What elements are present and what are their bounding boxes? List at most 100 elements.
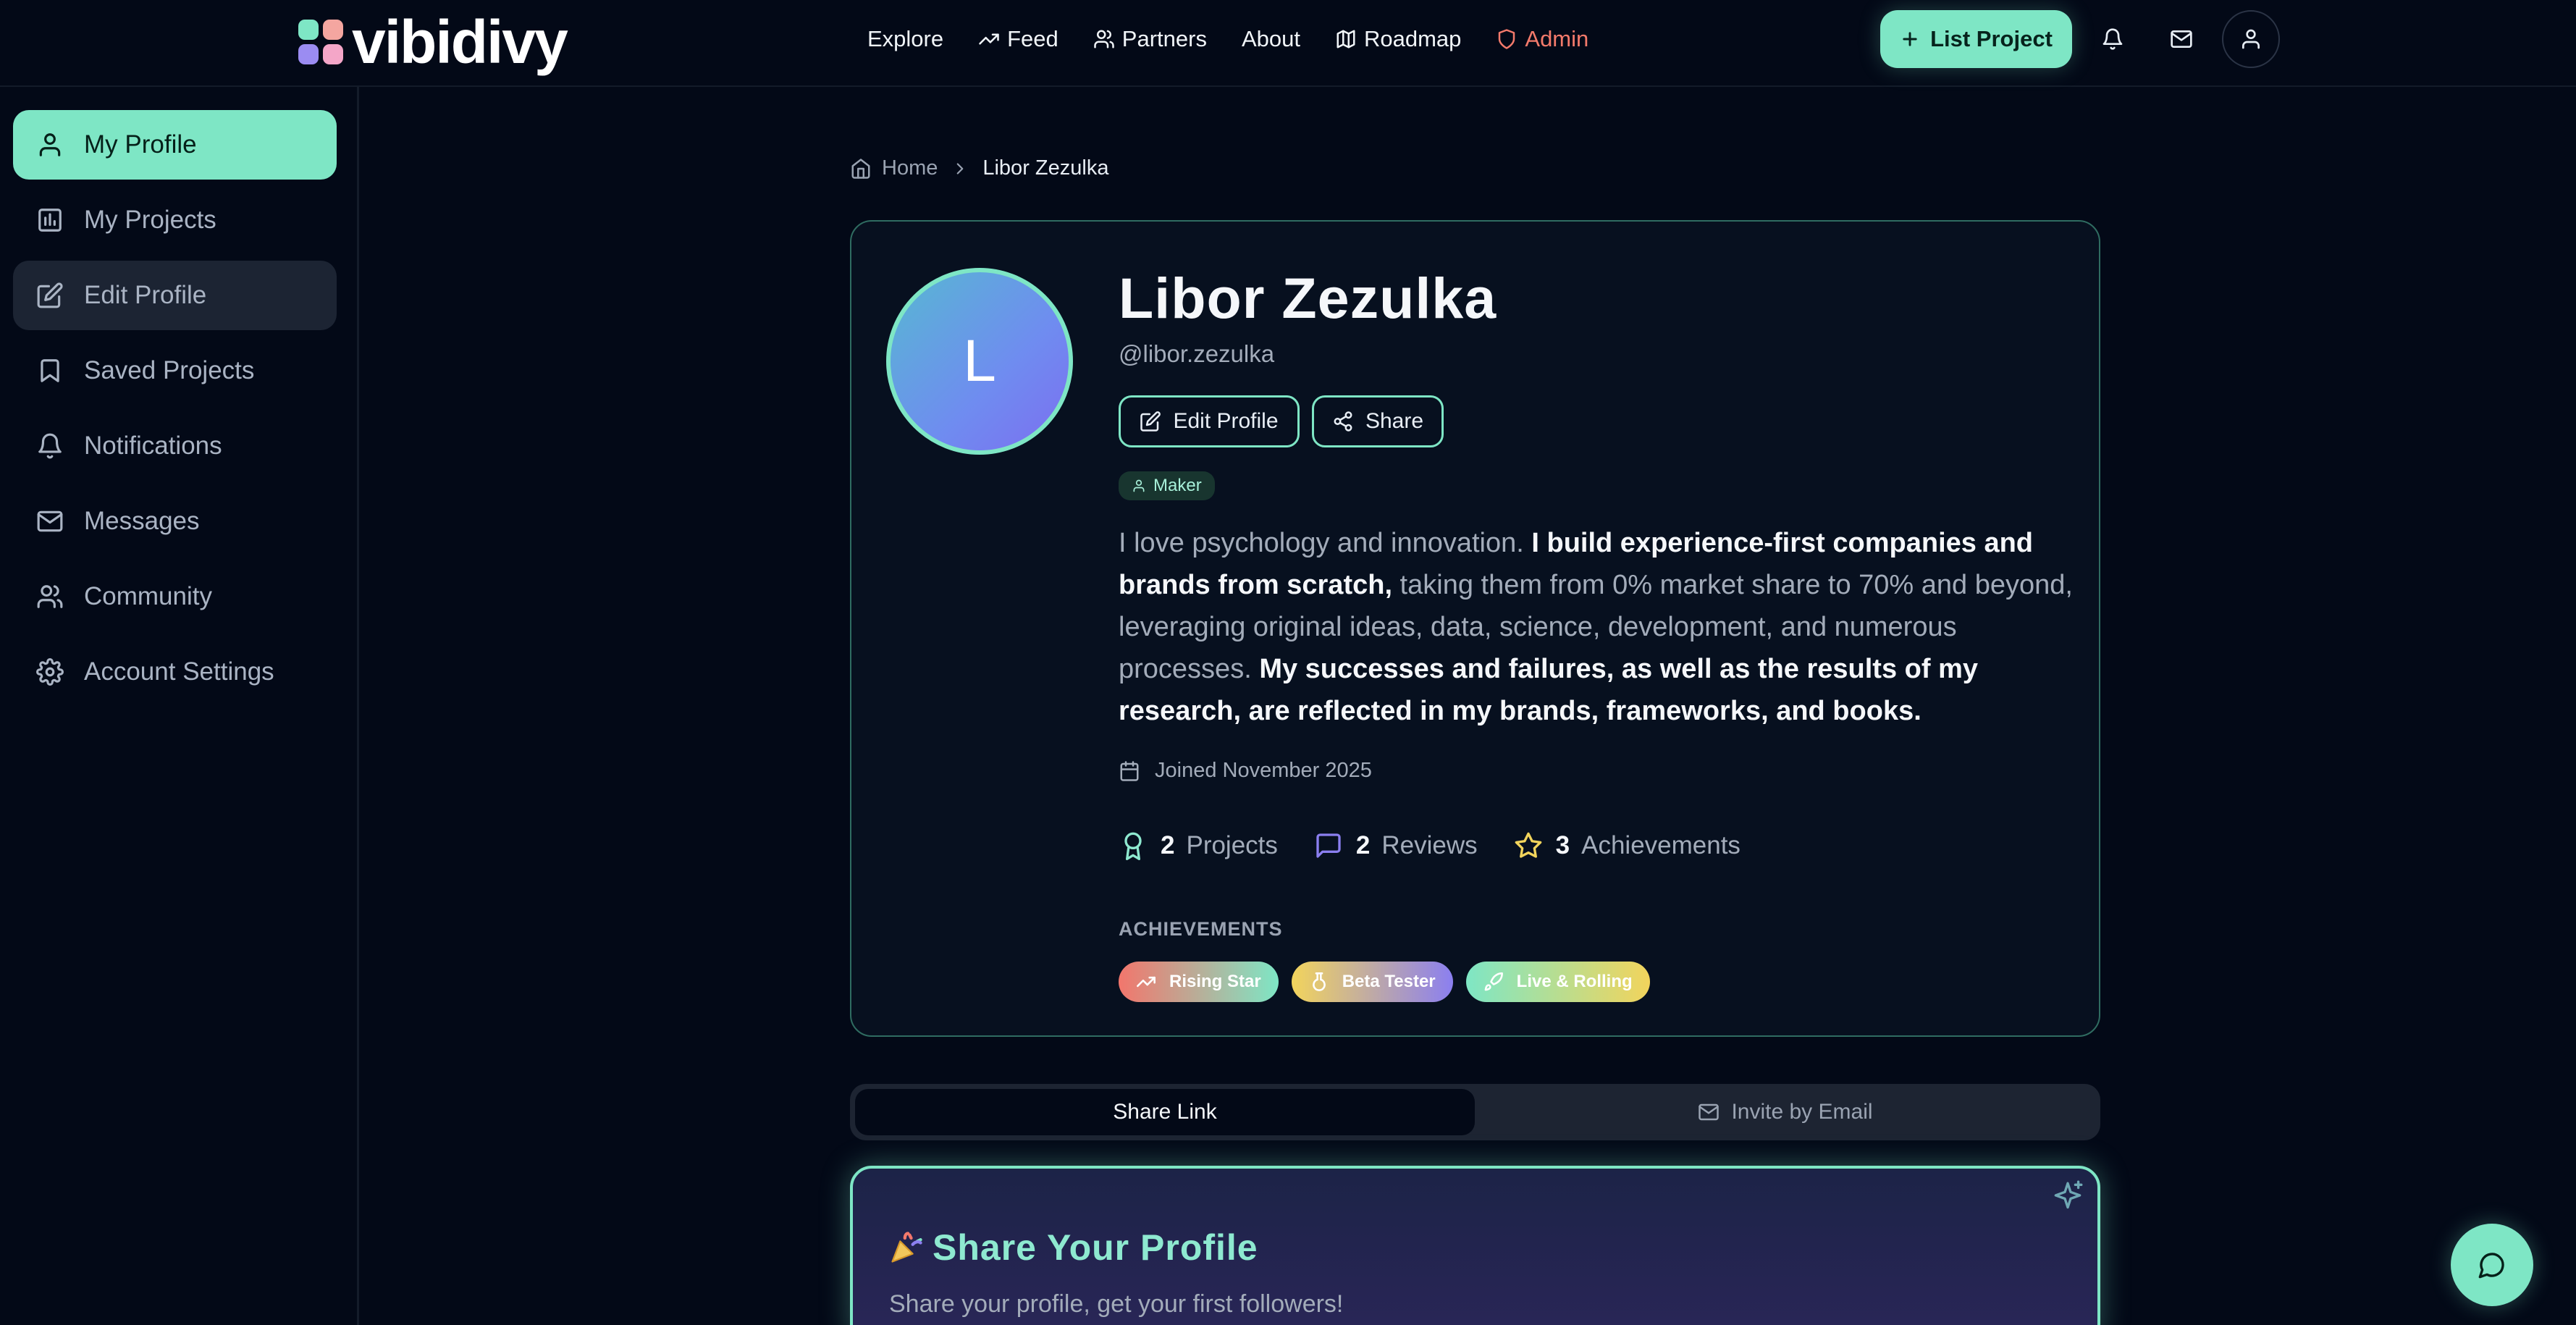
sidebar-item-notifications[interactable]: Notifications (13, 411, 337, 481)
edit-profile-label: Edit Profile (1173, 409, 1279, 433)
sidebar-item-community[interactable]: Community (13, 562, 337, 631)
sidebar-item-messages[interactable]: Messages (13, 487, 337, 556)
sidebar-item-label: Account Settings (84, 657, 274, 686)
trending-up-icon (979, 33, 999, 45)
sidebar-item-label: My Profile (84, 130, 197, 159)
breadcrumb-current: Libor Zezulka (982, 156, 1109, 180)
sidebar-item-account-settings[interactable]: Account Settings (13, 637, 337, 707)
nav-feed[interactable]: Feed (978, 26, 1058, 52)
achievement-badges: Rising Star Beta Tester Live & Rolling (1119, 962, 1663, 1002)
tab-invite-by-email[interactable]: Invite by Email (1476, 1089, 2095, 1135)
message-icon (1316, 833, 1341, 858)
user-menu-button[interactable] (2222, 10, 2280, 68)
nav-about-label: About (1241, 26, 1300, 51)
bell-icon (38, 433, 62, 459)
gear-icon (36, 658, 64, 686)
top-navigation-bar: vibidivy Explore Feed Partners About Roa… (0, 0, 2576, 87)
sidebar-item-label: My Projects (84, 206, 216, 234)
nav-partners[interactable]: Partners (1093, 26, 1207, 52)
vibidivy-logo[interactable]: vibidivy (298, 8, 568, 76)
edit-icon (37, 282, 63, 308)
profile-handle: @libor.zezulka (1119, 340, 1275, 367)
list-project-button[interactable]: List Project (1880, 10, 2072, 68)
stat-projects[interactable]: 2 Projects (1119, 831, 1278, 860)
joined-label: Joined November 2025 (1155, 759, 1372, 782)
sidebar-item-label: Messages (84, 507, 200, 535)
stat-reviews-label: Reviews (1381, 831, 1478, 859)
role-label: Maker (1153, 476, 1202, 495)
stat-reviews-count: 2 (1355, 831, 1371, 859)
calendar-icon (1120, 760, 1139, 781)
nav-about[interactable]: About (1242, 26, 1300, 52)
trending-up-icon (1137, 976, 1156, 988)
share-tabs: Share Link Invite by Email (850, 1084, 2100, 1140)
profile-bio: I love psychology and innovation. I buil… (1119, 522, 2074, 732)
user-icon (2242, 29, 2260, 49)
achievement-label: Rising Star (1169, 972, 1261, 991)
rocket-icon (1484, 972, 1503, 991)
sidebar-item-edit-profile[interactable]: Edit Profile (13, 261, 337, 330)
nav-admin[interactable]: Admin (1496, 26, 1588, 52)
nav-partners-label: Partners (1121, 26, 1207, 51)
edit-icon (1140, 411, 1161, 432)
avatar: L (886, 268, 1073, 455)
nav-explore-label: Explore (867, 26, 944, 51)
sidebar-item-label: Edit Profile (84, 281, 207, 309)
projects-icon (38, 209, 62, 232)
achievement-label: Live & Rolling (1516, 972, 1633, 991)
nav-explore[interactable]: Explore (867, 26, 943, 52)
achievement-rising-star: Rising Star (1119, 962, 1279, 1002)
sidebar-item-saved-projects[interactable]: Saved Projects (13, 336, 337, 405)
stat-achievements-count: 3 (1555, 831, 1570, 859)
breadcrumb-home[interactable]: Home (882, 156, 938, 180)
sidebar-item-label: Community (84, 582, 212, 610)
role-badge: Maker (1119, 471, 1215, 500)
main-nav: Explore Feed Partners About Roadmap Admi… (867, 0, 1588, 78)
profile-stats: 2 Projects 2 Reviews 3 Achievements (1119, 831, 1777, 860)
chat-button[interactable] (2451, 1224, 2533, 1306)
chevron-right-icon (957, 162, 964, 174)
bio-part: I love psychology and innovation. (1119, 528, 1532, 558)
share-icon (1334, 411, 1352, 432)
profile-name: Libor Zezulka (1119, 266, 1497, 330)
sidebar-item-my-projects[interactable]: My Projects (13, 185, 337, 255)
mail-icon (37, 510, 63, 532)
mail-icon (1699, 1103, 1720, 1121)
stat-achievements[interactable]: 3 Achievements (1514, 831, 1741, 860)
map-icon (1337, 30, 1355, 49)
share-profile-card: Share Your Profile Share your profile, g… (850, 1166, 2100, 1325)
share-button[interactable]: Share (1312, 395, 1444, 447)
mail-icon (2171, 30, 2192, 48)
stat-reviews[interactable]: 2 Reviews (1314, 831, 1478, 860)
sidebar-item-my-profile[interactable]: My Profile (13, 110, 337, 180)
home-icon (851, 158, 870, 179)
users-icon (1094, 30, 1114, 49)
bell-icon (2103, 28, 2123, 50)
nav-feed-label: Feed (1007, 26, 1058, 51)
achievement-beta-tester: Beta Tester (1291, 962, 1453, 1002)
nav-roadmap[interactable]: Roadmap (1335, 26, 1461, 52)
tab-invite-by-email-label: Invite by Email (1731, 1100, 1873, 1124)
tab-share-link[interactable]: Share Link (855, 1089, 1475, 1135)
logo-wordmark: vibidivy (352, 8, 568, 76)
list-project-label: List Project (1930, 26, 2053, 51)
sidebar-item-label: Notifications (84, 432, 222, 460)
profile-card: L Libor Zezulka @libor.zezulka Edit Prof… (850, 220, 2100, 1037)
joined-date: Joined November 2025 (1119, 759, 1372, 783)
share-profile-title-text: Share Your Profile (933, 1227, 1258, 1268)
stat-projects-label: Projects (1186, 831, 1278, 859)
stat-achievements-label: Achievements (1581, 831, 1741, 859)
users-icon (37, 585, 63, 608)
user-icon (39, 133, 61, 156)
chat-bubble-icon (2478, 1253, 2504, 1279)
achievement-label: Beta Tester (1342, 972, 1436, 991)
share-profile-subtitle: Share your profile, get your first follo… (889, 1290, 1344, 1318)
achievement-live-rolling: Live & Rolling (1465, 962, 1650, 1002)
share-label: Share (1365, 409, 1424, 433)
award-icon (1124, 832, 1142, 860)
share-profile-title: Share Your Profile (888, 1227, 1258, 1269)
edit-profile-button[interactable]: Edit Profile (1119, 395, 1300, 447)
notifications-button[interactable] (2084, 10, 2142, 68)
nav-admin-label: Admin (1525, 26, 1589, 51)
messages-button[interactable] (2152, 10, 2210, 68)
